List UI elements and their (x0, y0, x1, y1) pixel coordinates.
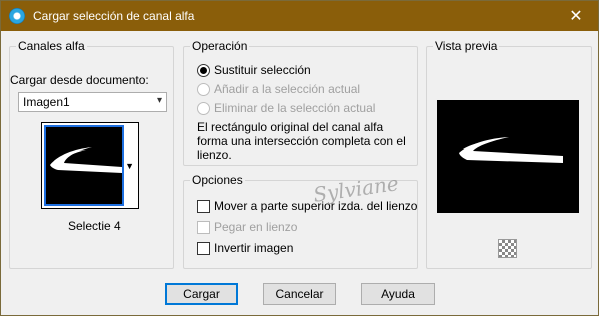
radio-eliminar-label: Eliminar de la selección actual (214, 101, 376, 115)
preview-shape (459, 137, 563, 163)
canales-alfa-title: Canales alfa (16, 39, 87, 53)
channel-thumbnail[interactable] (44, 125, 124, 206)
check-mover[interactable]: Mover a parte superior izda. del lienzo (197, 199, 417, 213)
radio-eliminar[interactable]: Eliminar de la selección actual (197, 101, 375, 115)
check-pegar-box[interactable] (197, 220, 210, 234)
app-icon (9, 8, 25, 24)
dialog-window: Cargar selección de canal alfa ✕ Canales… (0, 0, 599, 316)
radio-sustituir-dot[interactable] (197, 63, 210, 77)
document-select[interactable]: Imagen1 ▾ (18, 92, 167, 112)
check-invertir[interactable]: Invertir imagen (197, 241, 293, 255)
cargar-desde-label: Cargar desde documento: (10, 73, 149, 87)
check-invertir-box[interactable] (197, 241, 210, 255)
transparency-checker-icon[interactable] (498, 239, 517, 258)
preview-image (437, 100, 579, 213)
radio-anadir[interactable]: Añadir a la selección actual (197, 82, 360, 96)
cargar-button[interactable]: Cargar (165, 283, 238, 305)
radio-anadir-dot[interactable] (197, 82, 210, 96)
channel-thumbnail-shape (50, 147, 122, 173)
operacion-title: Operación (190, 39, 250, 53)
check-invertir-label: Invertir imagen (214, 241, 294, 255)
radio-anadir-label: Añadir a la selección actual (214, 82, 361, 96)
radio-sustituir[interactable]: Sustituir selección (197, 63, 311, 77)
vista-previa-title: Vista previa (433, 39, 500, 53)
title-bar[interactable]: Cargar selección de canal alfa ✕ (1, 1, 598, 31)
operacion-description: El rectángulo original del canal alfa fo… (197, 120, 406, 162)
radio-sustituir-label: Sustituir selección (214, 63, 311, 77)
thumbnail-dropdown-arrow-icon[interactable]: ▼ (125, 161, 134, 171)
check-pegar[interactable]: Pegar en lienzo (197, 220, 297, 234)
check-pegar-label: Pegar en lienzo (214, 220, 298, 234)
check-mover-box[interactable] (197, 199, 210, 213)
close-button[interactable]: ✕ (554, 1, 598, 31)
cancelar-button[interactable]: Cancelar (263, 283, 336, 305)
document-select-value: Imagen1 (23, 95, 70, 109)
chevron-down-icon: ▾ (156, 95, 162, 106)
window-title: Cargar selección de canal alfa (33, 9, 195, 23)
opciones-title: Opciones (190, 173, 245, 187)
channel-thumbnail-picker[interactable]: ▼ (41, 122, 139, 209)
ayuda-button[interactable]: Ayuda (361, 283, 435, 305)
radio-eliminar-dot[interactable] (197, 101, 210, 115)
channel-name: Selectie 4 (68, 219, 121, 233)
